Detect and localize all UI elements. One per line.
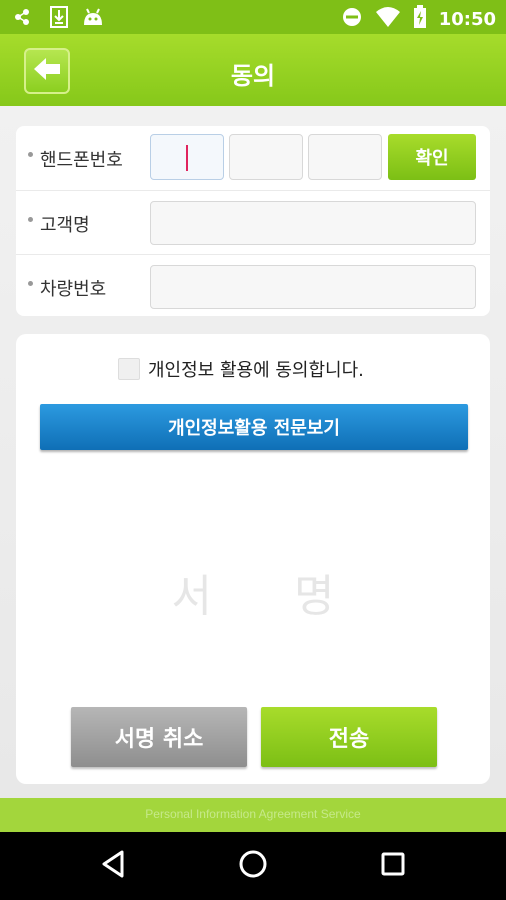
vehicle-number-label: 차량번호 xyxy=(40,279,107,300)
phone-part-3-input[interactable] xyxy=(308,134,382,180)
phone-label: 핸드폰번호 xyxy=(40,150,123,171)
nav-recents-button[interactable] xyxy=(373,846,413,886)
customer-name-label: 고객명 xyxy=(40,215,90,236)
bullet xyxy=(28,281,33,286)
customer-name-input[interactable] xyxy=(150,201,476,245)
notification-dots-icon xyxy=(14,7,36,31)
agree-checkbox[interactable] xyxy=(118,358,140,380)
agree-checkbox-label[interactable]: 개인정보 활용에 동의합니다. xyxy=(148,356,364,382)
footer-text: Personal Information Agreement Service xyxy=(145,807,361,821)
recents-square-icon xyxy=(380,851,406,881)
vehicle-number-row: 차량번호 xyxy=(16,254,490,318)
cancel-signature-button[interactable]: 서명 취소 xyxy=(71,707,247,767)
status-time: 10:50 xyxy=(438,8,496,30)
phone-part-1-input[interactable] xyxy=(150,134,224,180)
send-button[interactable]: 전송 xyxy=(261,707,437,767)
view-full-terms-button[interactable]: 개인정보활용 전문보기 xyxy=(40,404,468,450)
app-bar: 동의 xyxy=(0,34,506,106)
battery-charging-icon xyxy=(413,5,427,33)
android-icon xyxy=(82,7,104,31)
agreement-card: 개인정보 활용에 동의합니다. 개인정보활용 전문보기 서 명 서명 취소 전송 xyxy=(16,334,490,784)
nav-back-button[interactable] xyxy=(93,846,133,886)
back-triangle-icon xyxy=(100,850,126,882)
nav-home-button[interactable] xyxy=(233,846,273,886)
page-title: 동의 xyxy=(230,62,276,90)
vehicle-number-input[interactable] xyxy=(150,265,476,309)
home-circle-icon xyxy=(238,849,268,883)
bullet xyxy=(28,217,33,222)
text-caret xyxy=(186,145,188,171)
main-content: 핸드폰번호 확인 고객명 차량번호 개인정보 활용에 동의합니다. 개인정보활용… xyxy=(0,106,506,798)
bullet xyxy=(28,152,33,157)
status-bar: 10:50 xyxy=(0,0,506,34)
wifi-icon xyxy=(375,6,401,32)
phone-row: 핸드폰번호 확인 xyxy=(16,126,490,190)
system-nav-bar xyxy=(0,832,506,900)
customer-form: 핸드폰번호 확인 고객명 차량번호 xyxy=(16,126,490,316)
customer-name-row: 고객명 xyxy=(16,190,490,254)
agree-checkbox-row[interactable]: 개인정보 활용에 동의합니다. xyxy=(118,356,364,382)
phone-part-2-input[interactable] xyxy=(229,134,303,180)
signature-pad[interactable]: 서 명 xyxy=(16,464,490,694)
do-not-disturb-icon xyxy=(341,6,363,32)
status-right-icons: 10:50 xyxy=(341,5,496,33)
status-left-icons xyxy=(14,6,104,32)
confirm-button[interactable]: 확인 xyxy=(388,134,476,180)
footer: Personal Information Agreement Service xyxy=(0,798,506,832)
signature-watermark: 서 명 xyxy=(171,571,369,622)
download-icon xyxy=(50,6,68,32)
